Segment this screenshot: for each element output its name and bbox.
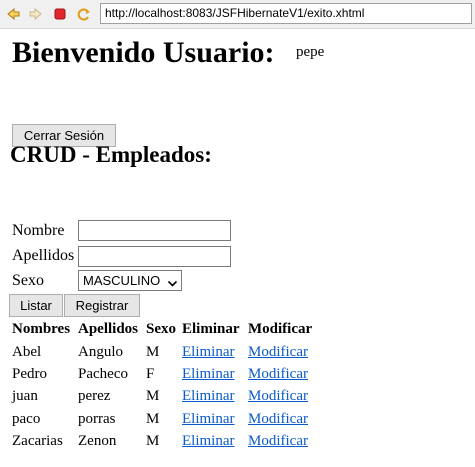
cell-nombre: juan xyxy=(12,388,38,404)
refresh-icon[interactable] xyxy=(76,6,92,22)
cell-apellido: Pacheco xyxy=(78,366,128,382)
welcome-heading: Bienvenido Usuario: xyxy=(12,36,275,69)
col-header-sexo: Sexo xyxy=(146,321,176,337)
sexo-selected-value: MASCULINO xyxy=(83,273,161,288)
stop-icon[interactable] xyxy=(52,6,68,22)
sexo-label: Sexo xyxy=(12,272,44,289)
eliminar-link[interactable]: Eliminar xyxy=(182,344,235,361)
sexo-select[interactable]: MASCULINO xyxy=(78,270,182,291)
eliminar-link[interactable]: Eliminar xyxy=(182,366,235,383)
modificar-link[interactable]: Modificar xyxy=(248,344,308,361)
col-header-apellidos: Apellidos xyxy=(78,321,139,337)
address-bar[interactable]: http://localhost:8083/JSFHibernateV1/exi… xyxy=(100,3,472,24)
eliminar-link[interactable]: Eliminar xyxy=(182,411,235,428)
eliminar-link[interactable]: Eliminar xyxy=(182,433,235,450)
col-header-eliminar: Eliminar xyxy=(182,321,240,337)
username-text: pepe xyxy=(296,44,325,60)
col-header-modificar: Modificar xyxy=(248,321,313,337)
cell-nombre: paco xyxy=(12,411,41,427)
cell-nombre: Pedro xyxy=(12,366,47,382)
cell-sexo: M xyxy=(146,388,160,404)
cell-nombre: Abel xyxy=(12,344,42,360)
nombre-input[interactable] xyxy=(78,220,231,241)
apellidos-input[interactable] xyxy=(78,246,231,267)
forward-icon[interactable] xyxy=(28,6,44,22)
listar-button[interactable]: Listar xyxy=(9,294,63,317)
crud-title: CRUD - Empleados: xyxy=(10,142,212,167)
cell-apellido: perez xyxy=(78,388,111,404)
browser-toolbar: http://localhost:8083/JSFHibernateV1/exi… xyxy=(0,0,475,29)
cell-apellido: porras xyxy=(78,411,116,427)
nombre-label: Nombre xyxy=(12,222,65,239)
cell-nombre: Zacarias xyxy=(12,433,63,449)
modificar-link[interactable]: Modificar xyxy=(248,433,308,450)
chevron-down-icon xyxy=(167,275,178,287)
cell-sexo: M xyxy=(146,433,160,449)
cell-apellido: Zenon xyxy=(78,433,117,449)
col-header-nombres: Nombres xyxy=(12,321,71,337)
cell-sexo: M xyxy=(146,344,160,360)
cell-apellido: Angulo xyxy=(78,344,123,360)
cell-sexo: F xyxy=(146,366,155,382)
modificar-link[interactable]: Modificar xyxy=(248,366,308,383)
modificar-link[interactable]: Modificar xyxy=(248,411,308,428)
apellidos-label: Apellidos xyxy=(12,247,75,264)
modificar-link[interactable]: Modificar xyxy=(248,388,308,405)
back-icon[interactable] xyxy=(5,6,21,22)
eliminar-link[interactable]: Eliminar xyxy=(182,388,235,405)
registrar-button[interactable]: Registrar xyxy=(64,294,140,317)
cell-sexo: M xyxy=(146,411,160,427)
